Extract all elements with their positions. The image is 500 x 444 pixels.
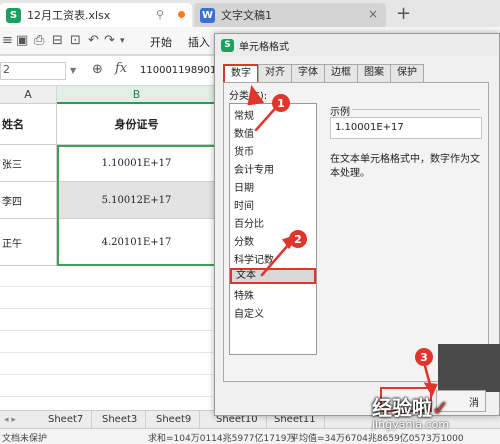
annotation-badge-1: 1 <box>272 94 290 112</box>
watermark-url: jingyanla.com <box>372 418 450 431</box>
annotation-badge-2: 2 <box>289 230 307 248</box>
watermark-title: 经验啦✓ <box>372 396 449 420</box>
check-icon: ✓ <box>432 396 449 420</box>
watermark: 经验啦✓ jingyanla.com <box>352 388 500 440</box>
annotation-arrowhead-1 <box>247 84 265 106</box>
annotation-arrows <box>247 84 438 397</box>
annotation-badge-3: 3 <box>415 348 433 366</box>
